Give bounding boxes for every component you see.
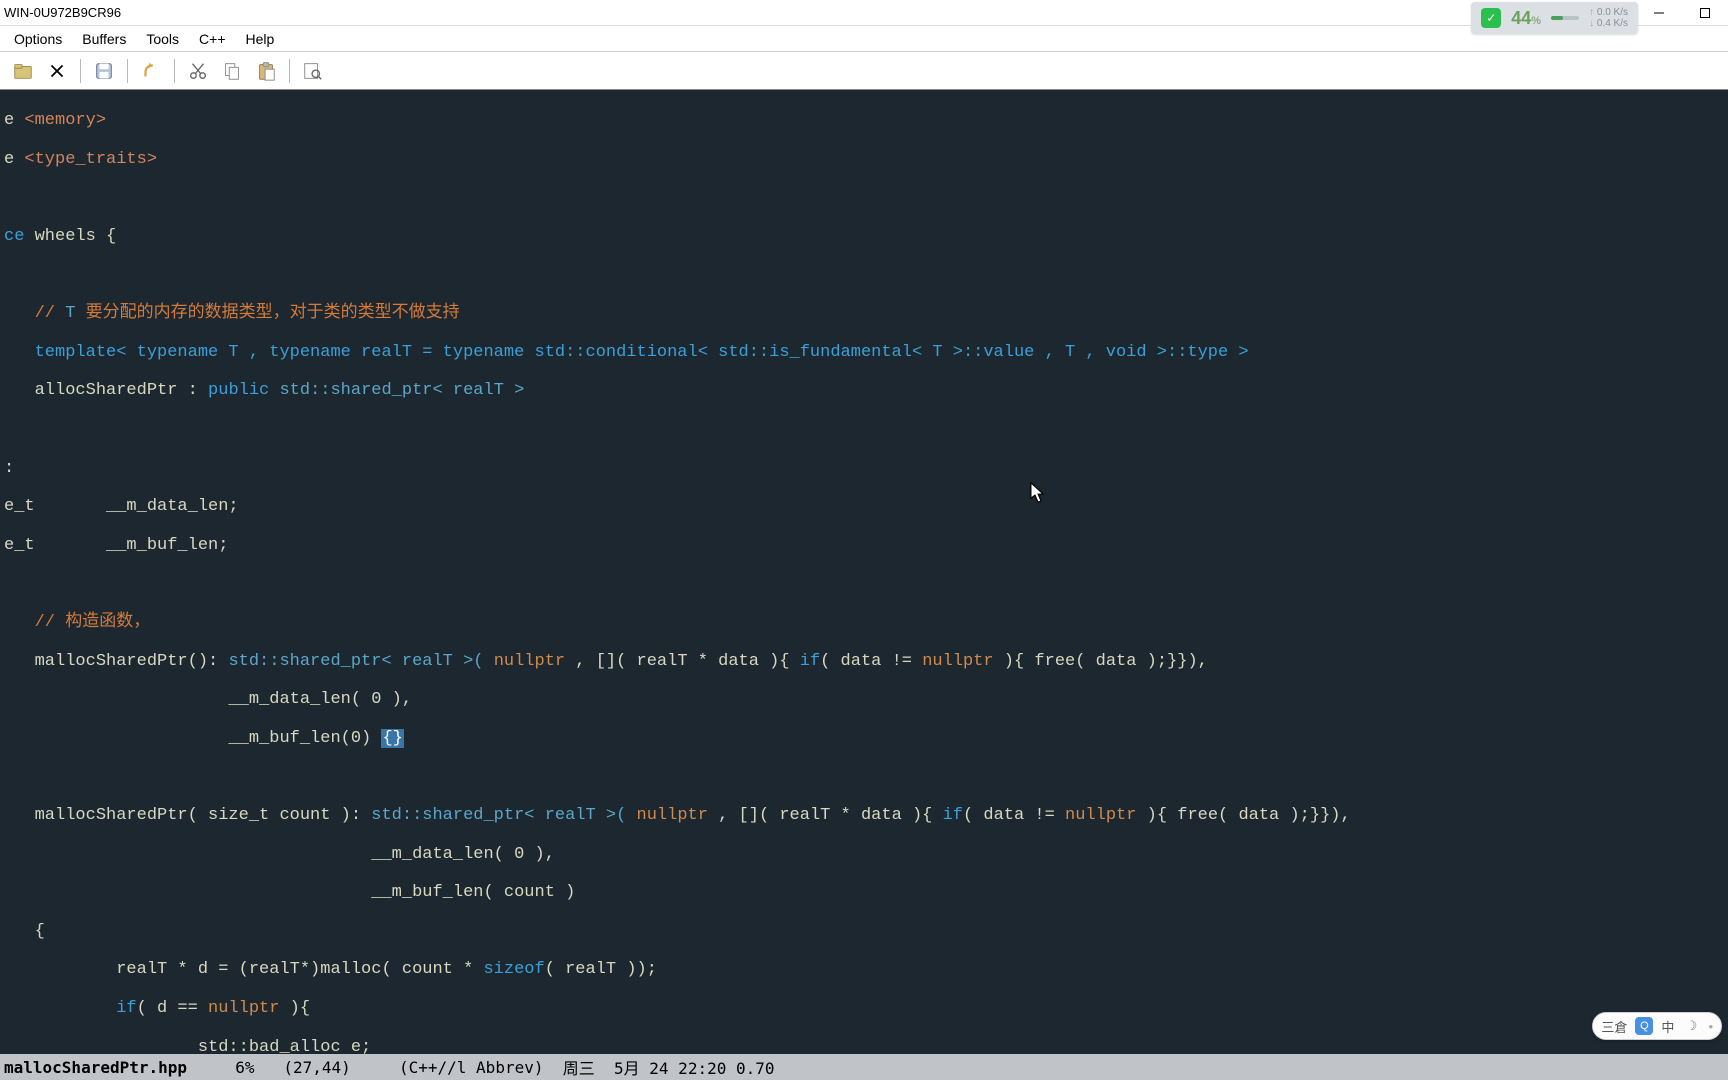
- minimize-button[interactable]: [1636, 0, 1682, 26]
- separator: [174, 59, 175, 83]
- status-mode: (C++//l Abbrev): [399, 1058, 544, 1077]
- system-monitor[interactable]: ✓ 44% 0.0 K/s 0.4 K/s: [1471, 2, 1638, 34]
- code-editor[interactable]: e <memory> e <type_traits> ce wheels { /…: [0, 90, 1728, 1054]
- open-file-button[interactable]: [8, 56, 38, 86]
- status-datetime: 周三 5月 24 22:20 0.70: [563, 1055, 775, 1079]
- ime-dots-icon: •: [1708, 1019, 1713, 1034]
- copy-button[interactable]: [217, 56, 247, 86]
- battery-percent: 44%: [1511, 8, 1541, 29]
- window-controls: [1636, 0, 1728, 26]
- undo-button[interactable]: [136, 56, 166, 86]
- save-button[interactable]: [89, 56, 119, 86]
- cursor-highlight: {}: [381, 729, 403, 748]
- menu-options[interactable]: Options: [4, 28, 72, 50]
- paste-button[interactable]: [251, 56, 281, 86]
- menu-help[interactable]: Help: [236, 28, 285, 50]
- status-filename: mallocSharedPtr.hpp: [4, 1058, 187, 1077]
- maximize-button[interactable]: [1682, 0, 1728, 26]
- ime-indicator[interactable]: 三倉 Q 中 ☽ •: [1592, 1012, 1722, 1040]
- cut-button[interactable]: [183, 56, 213, 86]
- shield-icon: ✓: [1481, 8, 1501, 28]
- net-speed: 0.0 K/s 0.4 K/s: [1589, 7, 1628, 29]
- status-percent: 6%: [235, 1058, 254, 1077]
- menu-bar: Options Buffers Tools C++ Help: [0, 26, 1728, 52]
- close-button[interactable]: [42, 56, 72, 86]
- status-bar: mallocSharedPtr.hpp 6% (27,44) (C++//l A…: [0, 1054, 1728, 1080]
- ime-lang: 中: [1661, 1017, 1674, 1036]
- menu-cpp[interactable]: C++: [189, 28, 235, 50]
- separator: [127, 59, 128, 83]
- ime-search-icon: Q: [1635, 1017, 1653, 1035]
- menu-buffers[interactable]: Buffers: [72, 28, 136, 50]
- moon-icon: ☽: [1682, 1017, 1700, 1035]
- ime-text: 三倉: [1601, 1017, 1627, 1036]
- search-button[interactable]: [298, 56, 328, 86]
- status-position: (27,44): [283, 1058, 350, 1077]
- separator: [289, 59, 290, 83]
- menu-tools[interactable]: Tools: [136, 28, 189, 50]
- window-title: WIN-0U972B9CR96: [4, 5, 121, 20]
- progress-bar: [1551, 16, 1579, 20]
- separator: [80, 59, 81, 83]
- titlebar: WIN-0U972B9CR96: [0, 0, 1728, 26]
- toolbar: [0, 52, 1728, 90]
